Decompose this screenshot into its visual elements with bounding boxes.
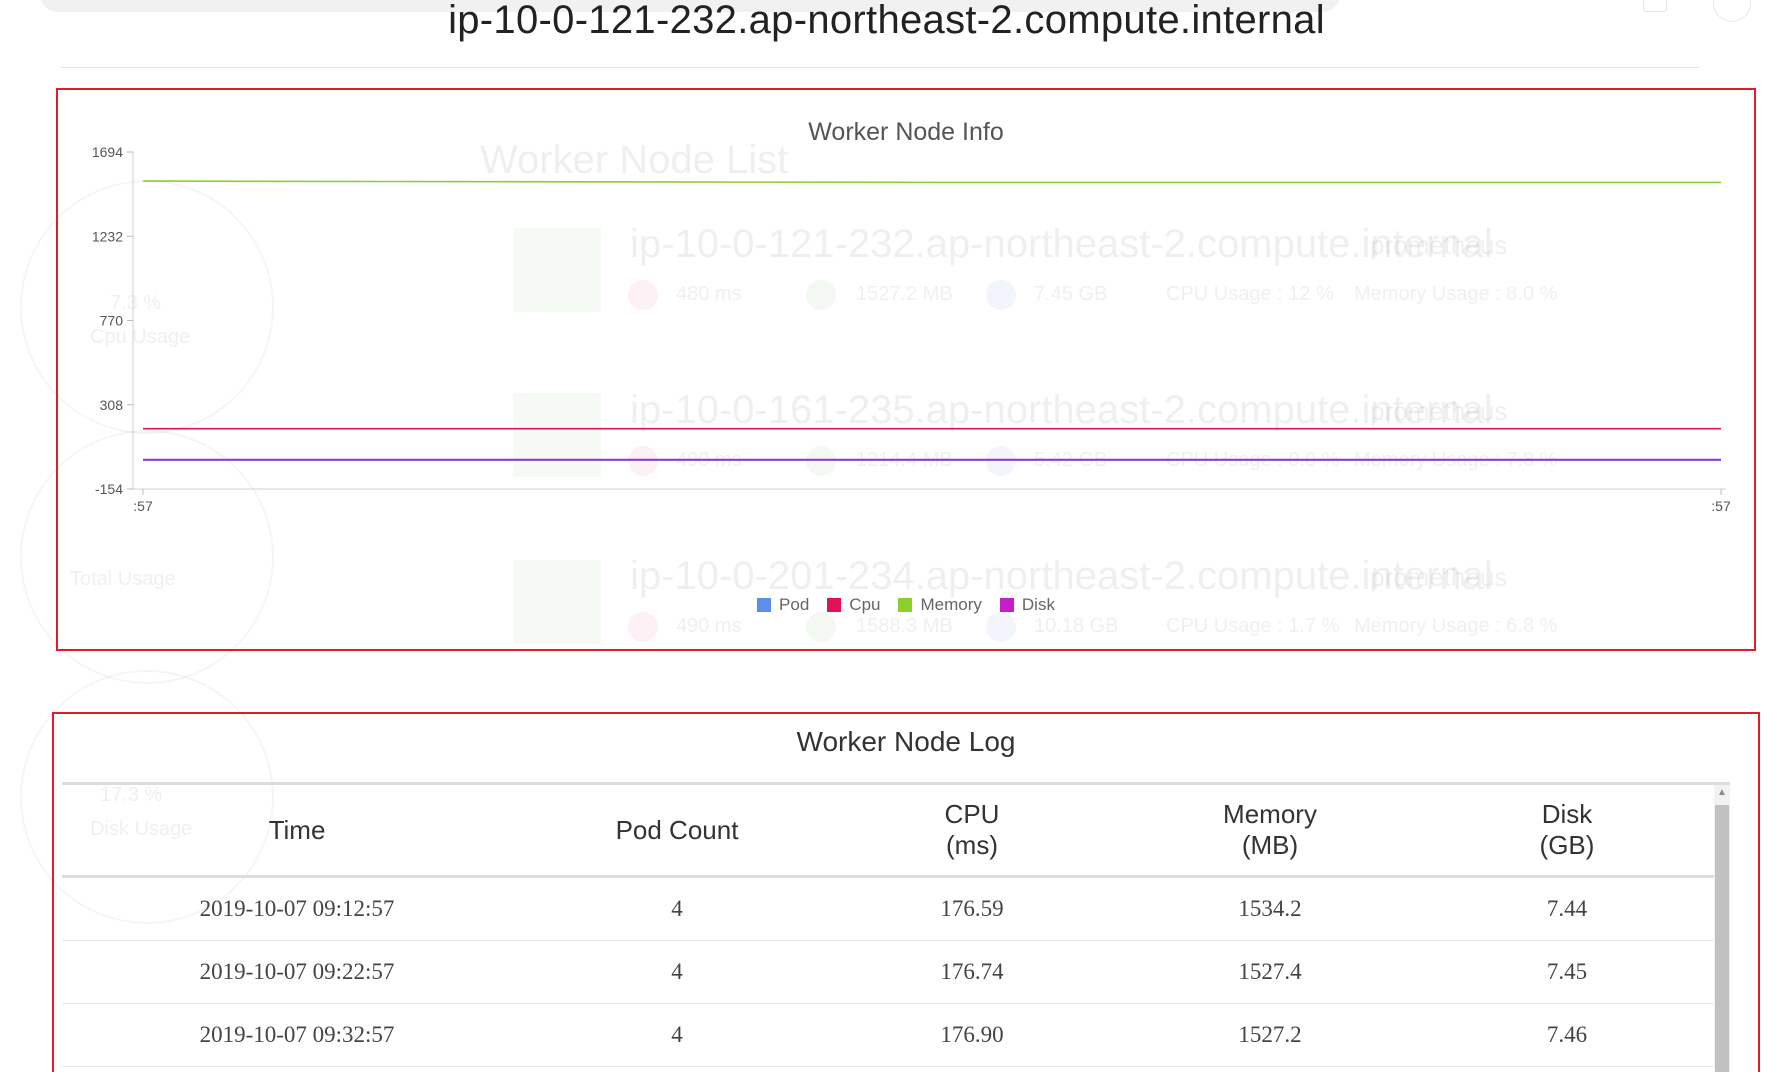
legend-swatch bbox=[827, 598, 842, 612]
legend-label: Disk bbox=[1021, 595, 1055, 614]
legend-item-cpu[interactable]: Cpu bbox=[827, 595, 880, 615]
y-tick-label: -154 bbox=[95, 481, 123, 497]
cell-pod-count: 4 bbox=[532, 940, 822, 1004]
cell-memory: 1527.2 bbox=[1122, 1003, 1418, 1067]
column-unit: (MB) bbox=[1241, 830, 1299, 860]
y-tick-label: 1694 bbox=[92, 144, 123, 160]
column-header-cpu[interactable]: CPU (ms) bbox=[822, 785, 1122, 878]
y-tick-label: 770 bbox=[100, 313, 124, 329]
column-unit: (GB) bbox=[1539, 830, 1595, 860]
column-header-pod-count[interactable]: Pod Count bbox=[532, 785, 822, 878]
legend-swatch bbox=[898, 598, 913, 612]
table-scrollbar[interactable]: ▲ bbox=[1714, 785, 1730, 1072]
worker-node-detail-page: ip-10-0-121-232.ap-northeast-2.compute.i… bbox=[0, 0, 1773, 1072]
legend-swatch bbox=[757, 598, 772, 612]
cell-pod-count: 4 bbox=[532, 1003, 822, 1067]
column-label: Pod Count bbox=[615, 814, 739, 845]
worker-node-info-panel: Worker Node Info 1694 1232 770 308 -154:57:5… bbox=[56, 88, 1756, 651]
cell-memory: 1534.2 bbox=[1122, 876, 1418, 941]
cell-cpu: 176.59 bbox=[822, 876, 1122, 941]
column-header-memory[interactable]: Memory (MB) bbox=[1122, 785, 1418, 878]
column-header-time[interactable]: Time bbox=[62, 785, 532, 878]
cell-disk: 7.44 bbox=[1418, 876, 1716, 941]
legend-item-memory[interactable]: Memory bbox=[898, 595, 982, 615]
series-line-memory bbox=[142, 180, 1721, 184]
table-header-row: Time Pod Count CPU (ms) Memory (MB) Disk (G… bbox=[62, 785, 1716, 878]
column-header-disk[interactable]: Disk (GB) bbox=[1418, 785, 1716, 878]
cell-time: 2019-10-07 09:12:57 bbox=[62, 876, 532, 941]
cell-disk: 7.46 bbox=[1418, 1003, 1716, 1067]
legend-swatch bbox=[999, 598, 1014, 612]
column-label: Time bbox=[268, 814, 326, 845]
table-row: 2019-10-07 09:12:57 4 176.59 1534.2 7.44 bbox=[62, 876, 1716, 941]
worker-node-log-panel: Worker Node Log Time Pod Count CPU (ms) M… bbox=[52, 712, 1760, 1072]
legend-label: Pod bbox=[779, 595, 810, 614]
column-unit: (ms) bbox=[946, 830, 998, 860]
chart-legend: Pod Cpu Memory Disk bbox=[58, 595, 1754, 615]
x-tick-label: :57 bbox=[1711, 498, 1731, 514]
column-label: CPU bbox=[944, 799, 1000, 829]
cell-disk: 7.45 bbox=[1418, 940, 1716, 1004]
legend-item-disk[interactable]: Disk bbox=[999, 595, 1055, 615]
scroll-up-icon[interactable]: ▲ bbox=[1714, 785, 1730, 801]
cell-memory: 1527.4 bbox=[1122, 940, 1418, 1004]
worker-node-info-chart: 1694 1232 770 308 -154 :57 :57 bbox=[92, 144, 1731, 514]
table-row: 2019-10-07 09:22:57 4 176.74 1527.4 7.45 bbox=[62, 940, 1716, 1004]
scroll-thumb[interactable] bbox=[1715, 805, 1729, 1072]
title-divider bbox=[60, 67, 1700, 68]
cell-pod-count: 4 bbox=[532, 876, 822, 941]
cell-time: 2019-10-07 09:32:57 bbox=[62, 1003, 532, 1067]
cell-cpu: 176.90 bbox=[822, 1003, 1122, 1067]
y-tick-label: 308 bbox=[100, 397, 124, 413]
column-label: Disk bbox=[1541, 799, 1593, 829]
log-table-container[interactable]: Time Pod Count CPU (ms) Memory (MB) Disk (G… bbox=[62, 782, 1730, 1072]
cell-time: 2019-10-07 09:22:57 bbox=[62, 940, 532, 1004]
legend-item-pod[interactable]: Pod bbox=[757, 595, 809, 615]
legend-label: Cpu bbox=[849, 595, 881, 614]
y-tick-label: 1232 bbox=[92, 228, 123, 244]
legend-label: Memory bbox=[920, 595, 982, 614]
table-row: 2019-10-07 09:32:57 4 176.90 1527.2 7.46 bbox=[62, 1003, 1716, 1067]
log-panel-title: Worker Node Log bbox=[796, 726, 1016, 757]
column-label: Memory bbox=[1223, 799, 1317, 829]
node-title: ip-10-0-121-232.ap-northeast-2.compute.i… bbox=[448, 0, 1325, 42]
cell-cpu: 176.74 bbox=[822, 940, 1122, 1004]
x-tick-label: :57 bbox=[133, 498, 153, 514]
log-table: Time Pod Count CPU (ms) Memory (MB) Disk (G… bbox=[62, 785, 1716, 1067]
